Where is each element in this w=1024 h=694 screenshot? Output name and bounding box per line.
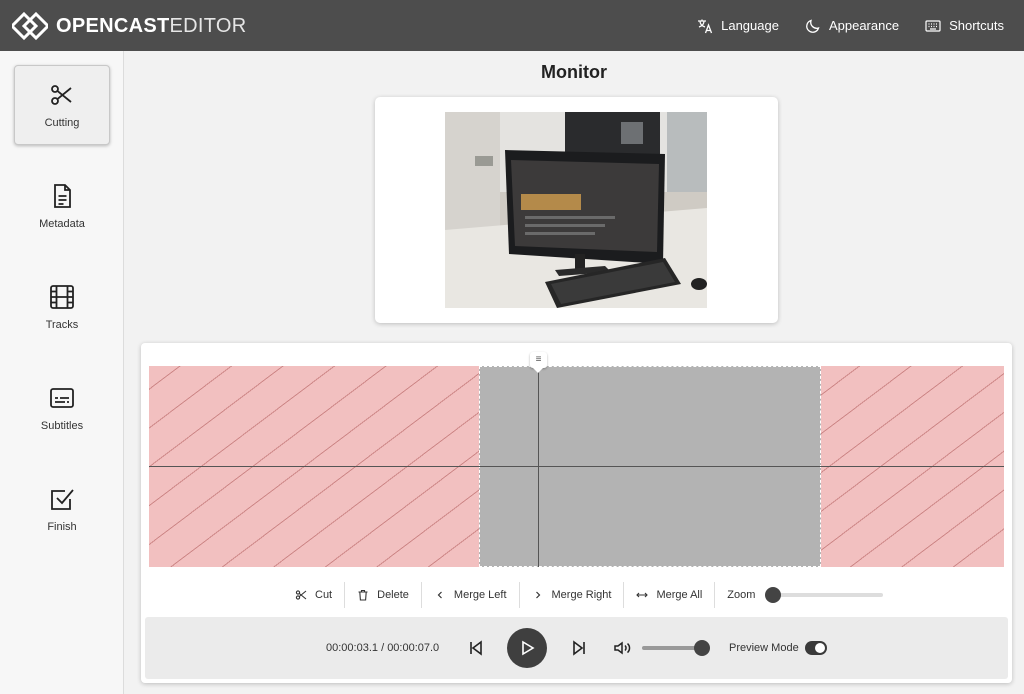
moon-icon [806, 19, 820, 33]
language-button[interactable]: Language [697, 18, 779, 34]
keyboard-icon [925, 19, 941, 32]
shortcuts-button[interactable]: Shortcuts [925, 18, 1004, 34]
play-button[interactable] [507, 628, 547, 668]
sidebar: Cutting Metadata Tracks Subtitles Finish [0, 51, 124, 694]
time-separator: / [381, 642, 385, 654]
delete-button[interactable]: Delete [345, 581, 421, 609]
sidebar-item-label: Subtitles [40, 419, 84, 432]
document-icon [54, 183, 71, 208]
current-time: 00:00:03.1 [326, 642, 378, 654]
player-controls: 00:00:03.1 / 00:00:07.0 Preview Mode [145, 617, 1008, 679]
sidebar-item-subtitles[interactable]: Subtitles [14, 368, 110, 448]
language-label: Language [721, 18, 779, 33]
logo-text-light: EDITOR [169, 14, 247, 37]
cut-button[interactable]: Cut [283, 581, 344, 609]
zoom-control: Zoom [715, 587, 884, 603]
sidebar-item-tracks[interactable]: Tracks [14, 267, 110, 347]
appearance-button[interactable]: Appearance [805, 18, 899, 34]
sidebar-item-finish[interactable]: Finish [14, 469, 110, 549]
skip-back-icon[interactable] [467, 639, 485, 657]
opencast-logo: OPENCASTEDITOR [12, 11, 247, 41]
playhead[interactable] [538, 362, 539, 567]
shortcuts-label: Shortcuts [949, 18, 1004, 33]
page-title: Monitor [541, 62, 607, 82]
zoom-slider-knob[interactable] [765, 587, 782, 603]
merge-right-label: Merge Right [551, 589, 612, 601]
video-frame-image [445, 112, 707, 308]
zoom-slider[interactable] [765, 587, 884, 603]
sidebar-item-label: Tracks [45, 318, 79, 331]
sidebar-item-label: Cutting [44, 116, 80, 129]
zoom-label: Zoom [727, 589, 756, 601]
checkbox-icon [51, 488, 74, 510]
merge-all-label: Merge All [656, 589, 703, 601]
scissors-icon [295, 590, 307, 600]
header-nav: Language Appearance Shortcuts [697, 0, 1004, 51]
waveform-line [149, 466, 1004, 467]
scissors-icon [51, 84, 72, 105]
app-header: OPENCASTEDITOR Language Appearance Short… [0, 0, 1024, 51]
logo-text-bold: OPENCAST [56, 14, 170, 37]
sidebar-item-label: Finish [47, 520, 77, 533]
preview-mode-toggle[interactable] [805, 641, 827, 655]
volume-slider[interactable] [642, 640, 710, 656]
skip-forward-icon[interactable] [570, 639, 588, 657]
subtitles-icon [50, 387, 74, 408]
appearance-label: Appearance [828, 18, 900, 33]
preview-mode-label: Preview Mode [729, 642, 799, 654]
playhead-handle[interactable]: ≡ [530, 352, 547, 368]
timeline[interactable]: ≡ [149, 352, 1004, 567]
play-icon [522, 640, 535, 656]
cut-label: Cut [315, 589, 333, 601]
chevron-right-icon [535, 591, 540, 599]
logo-text: OPENCASTEDITOR [56, 15, 247, 38]
arrows-horizontal-icon [636, 592, 649, 598]
video-card [375, 97, 778, 323]
film-icon [50, 284, 74, 309]
merge-all-button[interactable]: Merge All [624, 581, 714, 609]
video-player[interactable] [445, 112, 707, 308]
volume-slider-knob[interactable] [694, 640, 710, 656]
volume-icon[interactable] [613, 639, 631, 657]
translate-icon [698, 19, 713, 33]
merge-left-button[interactable]: Merge Left [422, 581, 519, 609]
opencast-logo-icon [12, 11, 48, 41]
cutting-toolbar: Cut Delete Merge Left Merge Right Merge … [283, 581, 884, 609]
sidebar-item-cutting[interactable]: Cutting [14, 65, 110, 145]
playhead-handle-tip [533, 368, 543, 373]
trash-icon [358, 589, 368, 601]
time-display: 00:00:03.1 / 00:00:07.0 [326, 642, 439, 654]
duration: 00:00:07.0 [387, 642, 440, 654]
delete-label: Delete [377, 589, 409, 601]
merge-right-button[interactable]: Merge Right [520, 581, 624, 609]
chevron-left-icon [437, 591, 442, 599]
sidebar-item-metadata[interactable]: Metadata [14, 166, 110, 246]
merge-left-label: Merge Left [453, 589, 507, 601]
sidebar-item-label: Metadata [39, 217, 85, 230]
timeline-card: ≡ Cut Delete Merge Left Merge Right Merg… [141, 343, 1012, 683]
